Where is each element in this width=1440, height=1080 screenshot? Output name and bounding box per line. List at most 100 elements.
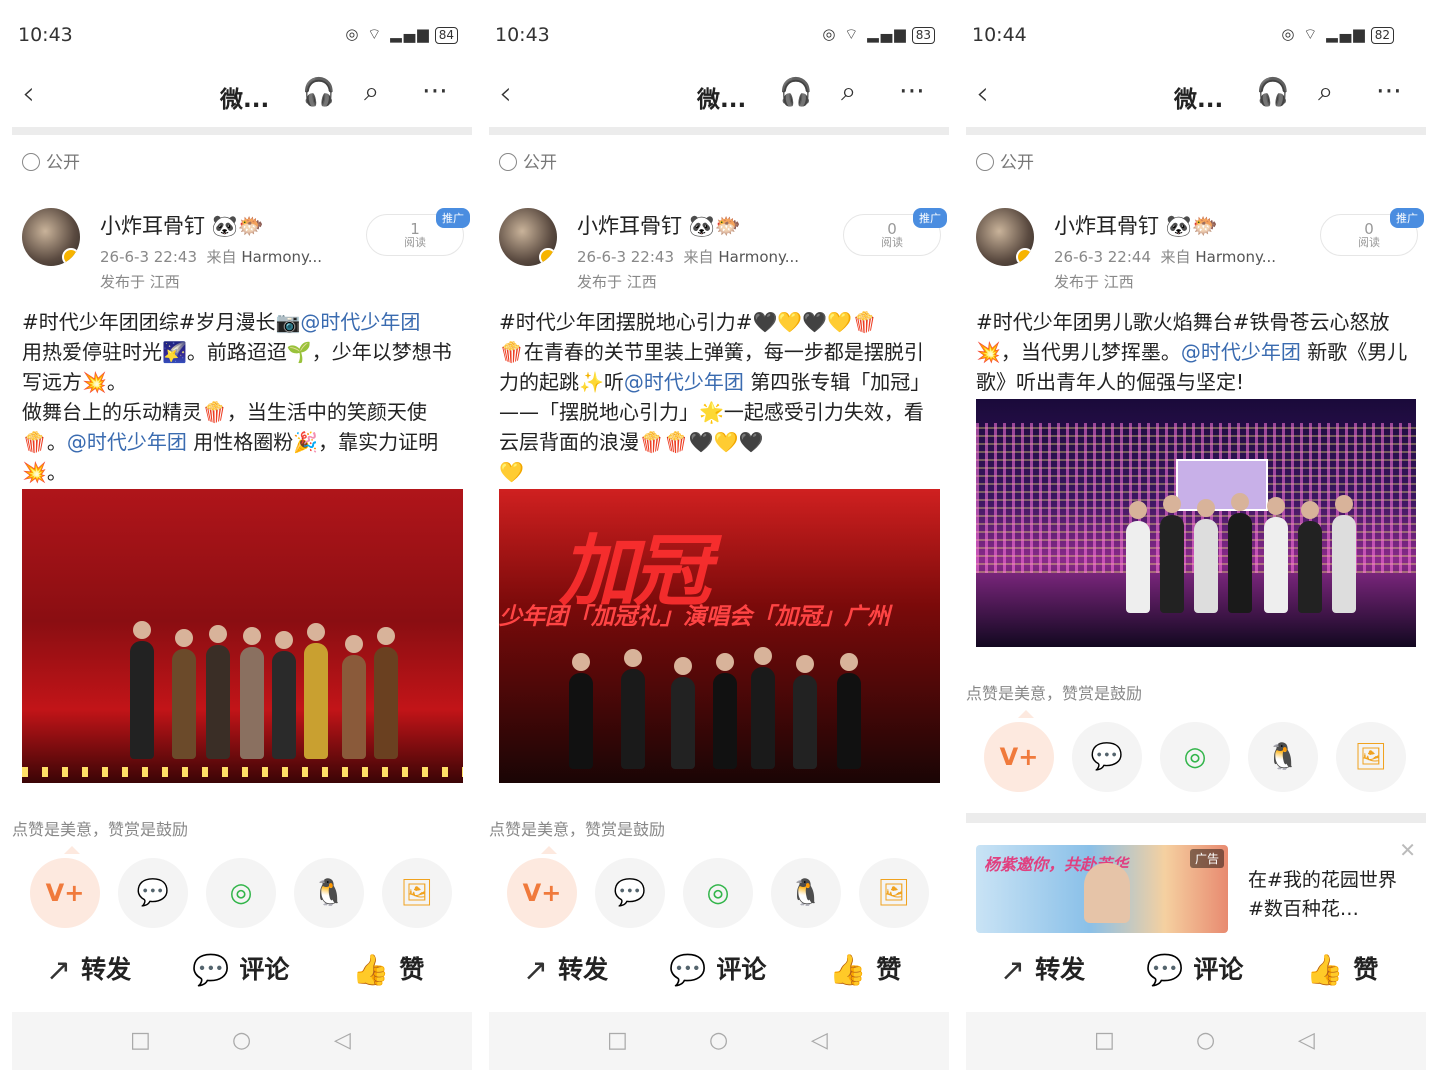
reads-label: 阅读 xyxy=(881,236,903,249)
wechat-share-icon[interactable]: 💬 xyxy=(1072,722,1142,792)
repost-button[interactable]: ↗ 转发 xyxy=(46,950,131,988)
more-icon[interactable]: ··· xyxy=(422,76,448,107)
stage-performers xyxy=(22,609,463,759)
comment-button[interactable]: 💬 评论 xyxy=(669,950,766,988)
stage-lights xyxy=(22,767,463,777)
system-nav-bar: □ ○ ◁ xyxy=(12,1012,472,1070)
user-name[interactable]: 小炸耳骨钉 🐼🐡 xyxy=(1054,210,1218,240)
home-icon[interactable]: ○ xyxy=(709,1028,728,1053)
visibility-label: 公开 xyxy=(22,148,80,173)
post-meta: 26-6-3 22:44 来自 Harmony... xyxy=(1054,246,1276,267)
like-button[interactable]: 👍 赞 xyxy=(1306,950,1378,988)
stage-performers xyxy=(499,647,940,769)
vplus-reward-button[interactable]: V+ xyxy=(30,858,100,928)
system-back-icon[interactable]: ◁ xyxy=(811,1028,828,1053)
reads-label: 阅读 xyxy=(404,236,426,249)
mention-link[interactable]: @时代少年团 xyxy=(67,430,187,454)
mention-link[interactable]: @时代少年团 xyxy=(300,310,420,334)
system-nav-bar: □ ○ ◁ xyxy=(966,1012,1426,1070)
listen-icon[interactable]: 🎧 xyxy=(1256,76,1290,108)
search-icon[interactable]: ⌕ xyxy=(841,76,856,108)
qq-share-icon[interactable]: 🐧 xyxy=(771,858,841,928)
globe-icon xyxy=(22,153,40,171)
status-icons: ◎ ⌔ ▂▄▆ 83 xyxy=(822,25,935,44)
ad-text[interactable]: 在#我的花园世界#数百种花… xyxy=(1248,866,1398,924)
moments-share-icon[interactable]: ◎ xyxy=(683,858,753,928)
recent-apps-icon[interactable]: □ xyxy=(130,1028,151,1053)
listen-icon[interactable]: 🎧 xyxy=(779,76,813,108)
status-time: 10:44 xyxy=(972,24,1027,46)
search-icon[interactable]: ⌕ xyxy=(1318,76,1333,108)
visibility-text: 公开 xyxy=(1000,153,1034,173)
avatar[interactable] xyxy=(499,208,557,266)
vplus-reward-button[interactable]: V+ xyxy=(984,722,1054,792)
status-time: 10:43 xyxy=(495,24,550,46)
listen-icon[interactable]: 🎧 xyxy=(302,76,336,108)
mention-link[interactable]: @时代少年团 xyxy=(624,370,744,394)
top-nav: ‹ 微... 🎧 ⌕ ··· xyxy=(477,70,953,120)
more-icon[interactable]: ··· xyxy=(899,76,925,107)
status-icons: ◎ ⌔ ▂▄▆ 82 xyxy=(1281,25,1394,44)
home-icon[interactable]: ○ xyxy=(1196,1028,1215,1053)
user-name-text: 小炸耳骨钉 xyxy=(577,214,682,238)
qq-share-icon[interactable]: 🐧 xyxy=(1248,722,1318,792)
save-image-icon[interactable]: 🖼 xyxy=(859,858,929,928)
post-image[interactable] xyxy=(22,489,463,783)
system-back-icon[interactable]: ◁ xyxy=(334,1028,351,1053)
source-prefix: 来自 xyxy=(1160,248,1191,266)
repost-button[interactable]: ↗ 转发 xyxy=(523,950,608,988)
comment-icon: 💬 xyxy=(1146,953,1184,988)
avatar[interactable] xyxy=(22,208,80,266)
user-name-text: 小炸耳骨钉 xyxy=(1054,214,1159,238)
nav-title: 微... xyxy=(220,87,270,113)
qq-share-icon[interactable]: 🐧 xyxy=(294,858,364,928)
more-icon[interactable]: ··· xyxy=(1376,76,1402,107)
visibility-text: 公开 xyxy=(46,153,80,173)
like-label: 赞 xyxy=(399,955,425,984)
post-image[interactable]: 加冠 少年团「加冠礼」演唱会「加冠」广州 xyxy=(499,489,940,783)
wechat-share-icon[interactable]: 💬 xyxy=(595,858,665,928)
reads-label: 阅读 xyxy=(1358,236,1380,249)
user-name[interactable]: 小炸耳骨钉 🐼🐡 xyxy=(100,210,264,240)
recent-apps-icon[interactable]: □ xyxy=(607,1028,628,1053)
save-image-icon[interactable]: 🖼 xyxy=(382,858,452,928)
ad-image[interactable]: 杨紫邀你，共赴芳华 广告 xyxy=(976,845,1228,933)
promo-tag[interactable]: 推广 xyxy=(436,208,470,228)
comment-button[interactable]: 💬 评论 xyxy=(1146,950,1243,988)
globe-icon xyxy=(976,153,994,171)
ad-close-icon[interactable]: ✕ xyxy=(1399,838,1416,862)
user-emoji: 🐼🐡 xyxy=(1165,214,1218,238)
like-button[interactable]: 👍 赞 xyxy=(352,950,424,988)
user-name[interactable]: 小炸耳骨钉 🐼🐡 xyxy=(577,210,741,240)
panel-2: 10:43 ◎ ⌔ ▂▄▆ 83 ‹ 微... 🎧 ⌕ ··· 公开 小炸耳骨钉 … xyxy=(477,0,953,1080)
wechat-share-icon[interactable]: 💬 xyxy=(118,858,188,928)
verified-badge-icon xyxy=(62,248,80,266)
notch xyxy=(1018,710,1034,718)
repost-icon: ↗ xyxy=(46,953,72,988)
vplus-reward-button[interactable]: V+ xyxy=(507,858,577,928)
recent-apps-icon[interactable]: □ xyxy=(1094,1028,1115,1053)
mention-link[interactable]: @时代少年团 xyxy=(1181,340,1301,364)
moments-share-icon[interactable]: ◎ xyxy=(206,858,276,928)
visibility-text: 公开 xyxy=(523,153,557,173)
action-bar: ↗ 转发 💬 评论 👍 赞 xyxy=(0,950,476,1000)
back-icon[interactable]: ‹ xyxy=(22,74,35,112)
comment-button[interactable]: 💬 评论 xyxy=(192,950,289,988)
save-image-icon[interactable]: 🖼 xyxy=(1336,722,1406,792)
search-icon[interactable]: ⌕ xyxy=(364,76,379,108)
divider xyxy=(966,127,1426,135)
home-icon[interactable]: ○ xyxy=(232,1028,251,1053)
moments-share-icon[interactable]: ◎ xyxy=(1160,722,1230,792)
repost-label: 转发 xyxy=(558,955,609,984)
notch xyxy=(64,846,80,854)
promo-tag[interactable]: 推广 xyxy=(913,208,947,228)
post-image[interactable] xyxy=(976,399,1416,647)
back-icon[interactable]: ‹ xyxy=(499,74,512,112)
repost-button[interactable]: ↗ 转发 xyxy=(1000,950,1085,988)
promo-tag[interactable]: 推广 xyxy=(1390,208,1424,228)
like-button[interactable]: 👍 赞 xyxy=(829,950,901,988)
verified-badge-icon xyxy=(1016,248,1034,266)
back-icon[interactable]: ‹ xyxy=(976,74,989,112)
avatar[interactable] xyxy=(976,208,1034,266)
system-back-icon[interactable]: ◁ xyxy=(1298,1028,1315,1053)
